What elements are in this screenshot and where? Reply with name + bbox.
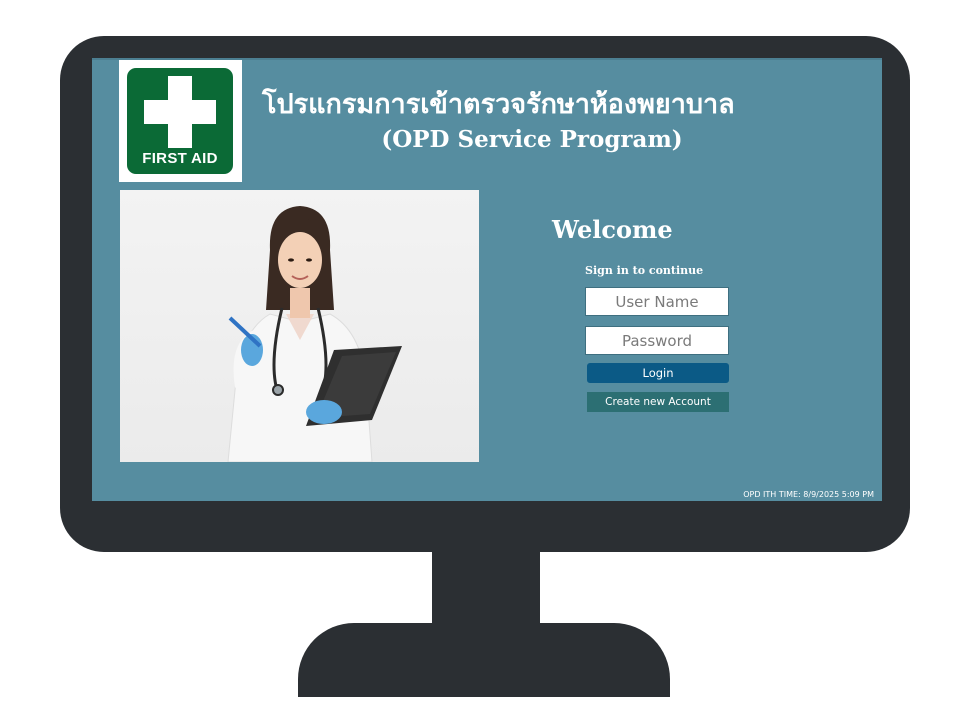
app-screen: FIRST AID โปรแกรมการเข้าตรวจรักษาห้องพยา… [92, 58, 882, 501]
login-button[interactable]: Login [587, 363, 729, 383]
monitor-stand-base [298, 623, 670, 697]
password-input[interactable] [585, 326, 729, 355]
username-input[interactable] [585, 287, 729, 316]
first-aid-logo: FIRST AID [119, 60, 242, 182]
first-aid-cross-icon [144, 76, 216, 148]
app-title-thai: โปรแกรมการเข้าตรวจรักษาห้องพยาบาล [262, 89, 735, 120]
first-aid-logo-badge: FIRST AID [127, 68, 233, 174]
logo-text: FIRST AID [142, 150, 218, 167]
nurse-illustration [227, 206, 402, 462]
welcome-heading: Welcome [552, 215, 673, 244]
sign-in-subtitle: Sign in to continue [585, 264, 704, 277]
nurse-photo [120, 190, 479, 462]
status-time: OPD ITH TIME: 8/9/2025 5:09 PM [743, 490, 874, 499]
create-account-button[interactable]: Create new Account [587, 392, 729, 412]
app-title-english: (OPD Service Program) [381, 126, 683, 153]
